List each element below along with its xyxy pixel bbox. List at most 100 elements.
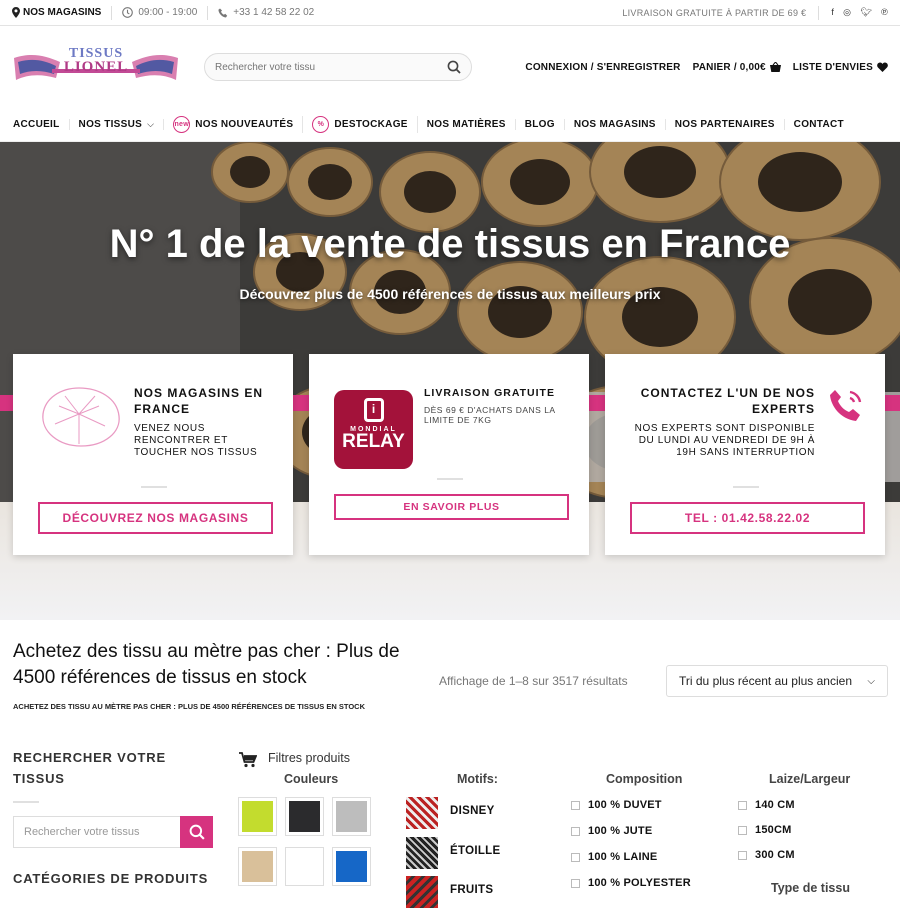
color-swatch[interactable]	[285, 847, 324, 886]
clock-icon	[122, 7, 134, 18]
motif-thumb-fruits[interactable]	[406, 876, 438, 908]
composition-option[interactable]: 100 % JUTE	[571, 825, 652, 837]
nav-label: NOS NOUVEAUTÉS	[195, 119, 294, 130]
card-stores: NOS MAGASINS EN FRANCE VENEZ NOUS RENCON…	[13, 354, 293, 555]
nav-item-nouveautes[interactable]: new NOS NOUVEAUTÉS	[164, 116, 304, 133]
swatch-fill	[289, 851, 320, 882]
hours-text: 09:00 - 19:00	[138, 7, 198, 18]
card-experts: CONTACTEZ L'UN DE NOS EXPERTS NOS EXPERT…	[605, 354, 885, 555]
sidebar-search[interactable]: Rechercher votre tissus	[13, 816, 213, 848]
nav-label: NOS TISSUS	[78, 119, 143, 130]
call-phone-button[interactable]: TEL : 01.42.58.22.02	[630, 502, 865, 534]
pinterest-icon[interactable]: ℗	[881, 7, 888, 18]
nav-item-contact[interactable]: CONTACT	[785, 119, 853, 130]
nav-item-magasins[interactable]: NOS MAGASINS	[565, 119, 666, 130]
nav-item-blog[interactable]: BLOG	[516, 119, 565, 130]
site-logo[interactable]: TISSUS LIONEL	[12, 42, 180, 92]
nav-item-tissus[interactable]: NOS TISSUS ⌵	[70, 119, 165, 130]
checkbox[interactable]	[738, 850, 747, 860]
color-swatch[interactable]	[285, 797, 324, 836]
search-icon[interactable]	[447, 60, 461, 74]
twitter-icon[interactable]: 🐦︎	[860, 7, 872, 18]
nav-item-matieres[interactable]: NOS MATIÈRES	[418, 119, 516, 130]
color-swatch[interactable]	[238, 797, 277, 836]
option-label: 100 % DUVET	[588, 799, 662, 811]
sort-selected: Tri du plus récent au plus ancien	[679, 674, 852, 688]
option-label: 300 CM	[755, 849, 795, 861]
sidebar-search-button[interactable]	[180, 816, 213, 848]
percent-icon: %	[312, 116, 330, 133]
stores-label: NOS MAGASINS	[23, 7, 102, 18]
nav-item-partenaires[interactable]: NOS PARTENAIRES	[666, 119, 785, 130]
new-badge-icon: new	[173, 116, 191, 133]
checkbox[interactable]	[571, 800, 580, 810]
checkbox[interactable]	[738, 800, 747, 810]
option-label: 100 % JUTE	[588, 825, 653, 837]
cart-icon	[239, 752, 257, 768]
location-pin-icon	[12, 7, 20, 18]
basket-icon	[769, 62, 781, 72]
composition-option[interactable]: 100 % LAINE	[571, 851, 657, 863]
learn-more-button[interactable]: EN SAVOIR PLUS	[334, 494, 569, 520]
motif-label[interactable]: ÉTOILLE	[450, 845, 500, 857]
stores-link[interactable]: NOS MAGASINS	[12, 7, 101, 18]
nav-item-accueil[interactable]: ACCUEIL	[12, 119, 70, 130]
nav-label: BLOG	[524, 119, 555, 130]
width-option[interactable]: 150CM	[738, 824, 791, 836]
hero-title: N° 1 de la vente de tissus en France	[109, 222, 791, 266]
card-shipping: i MONDIAL relay LIVRAISON GRATUITE DÈS 6…	[309, 354, 589, 555]
width-option[interactable]: 300 CM	[738, 849, 795, 861]
instagram-icon[interactable]: ◎	[843, 7, 851, 18]
filters-title: Filtres produits	[268, 751, 350, 765]
checkbox[interactable]	[738, 825, 747, 835]
swatch-fill	[289, 801, 320, 832]
discover-stores-button[interactable]: DÉCOUVREZ NOS MAGASINS	[38, 502, 273, 534]
motif-thumb-etoile[interactable]	[406, 837, 438, 869]
hero-subtitle: Découvrez plus de 4500 références de tis…	[239, 286, 661, 302]
categories-title: CATÉGORIES DE PRODUITS	[13, 871, 209, 886]
top-bar: NOS MAGASINS 09:00 - 19:00 +33 1 42 58 2…	[0, 0, 900, 26]
motif-label[interactable]: FRUITS	[450, 884, 493, 896]
color-swatch[interactable]	[332, 797, 371, 836]
login-link[interactable]: CONNEXION / S'ENREGISTRER	[525, 62, 680, 73]
color-swatch[interactable]	[332, 847, 371, 886]
sort-select[interactable]: Tri du plus récent au plus ancien ⌵	[666, 665, 888, 697]
swatch-fill	[242, 801, 273, 832]
card-experts-title: CONTACTEZ L'UN DE NOS EXPERTS	[640, 386, 815, 416]
hero-banner: N° 1 de la vente de tissus en France Déc…	[0, 142, 900, 620]
motif-label[interactable]: DISNEY	[450, 805, 495, 817]
option-label: 140 CM	[755, 799, 795, 811]
motif-thumb-disney[interactable]	[406, 797, 438, 829]
opening-hours: 09:00 - 19:00	[122, 7, 197, 18]
wishlist-link[interactable]: LISTE D'ENVIES	[793, 62, 888, 73]
card-shipping-text: DÈS 69 € D'ACHATS DANS LA LIMITE DE 7KG	[424, 405, 556, 425]
breadcrumb[interactable]: ACHETEZ DES TISSU AU MÈTRE PAS CHER : PL…	[13, 702, 433, 712]
composition-option[interactable]: 100 % DUVET	[571, 799, 662, 811]
header-search-input[interactable]	[215, 61, 447, 73]
cart-link[interactable]: PANIER / 0,00€	[693, 62, 781, 73]
phone-text: +33 1 42 58 22 02	[233, 7, 315, 18]
checkbox[interactable]	[571, 852, 580, 862]
nav-label: NOS PARTENAIRES	[674, 119, 775, 130]
facebook-icon[interactable]: f	[831, 7, 834, 18]
colors-title: Couleurs	[284, 772, 339, 786]
heart-icon	[877, 62, 888, 72]
color-swatch[interactable]	[238, 847, 277, 886]
motifs-title: Motifs:	[457, 772, 498, 786]
chevron-down-icon: ⌵	[147, 119, 155, 129]
wishlist-label: LISTE D'ENVIES	[792, 61, 873, 73]
composition-option[interactable]: 100 % POLYESTER	[571, 877, 691, 889]
nav-label: NOS MAGASINS	[573, 119, 656, 130]
phone-link[interactable]: +33 1 42 58 22 02	[218, 7, 314, 18]
nav-item-destockage[interactable]: % DESTOCKAGE	[303, 116, 418, 133]
sidebar-search-input[interactable]: Rechercher votre tissus	[13, 816, 180, 848]
checkbox[interactable]	[571, 826, 580, 836]
checkbox[interactable]	[571, 878, 580, 888]
option-label: 100 % POLYESTER	[588, 877, 691, 889]
option-label: 150CM	[755, 824, 792, 836]
header-search[interactable]	[204, 53, 472, 81]
card-stores-title: NOS MAGASINS EN FRANCE	[134, 386, 264, 416]
width-option[interactable]: 140 CM	[738, 799, 795, 811]
cart-label: PANIER / 0,00€	[692, 61, 766, 73]
results-count: Affichage de 1–8 sur 3517 résultats	[439, 674, 628, 688]
